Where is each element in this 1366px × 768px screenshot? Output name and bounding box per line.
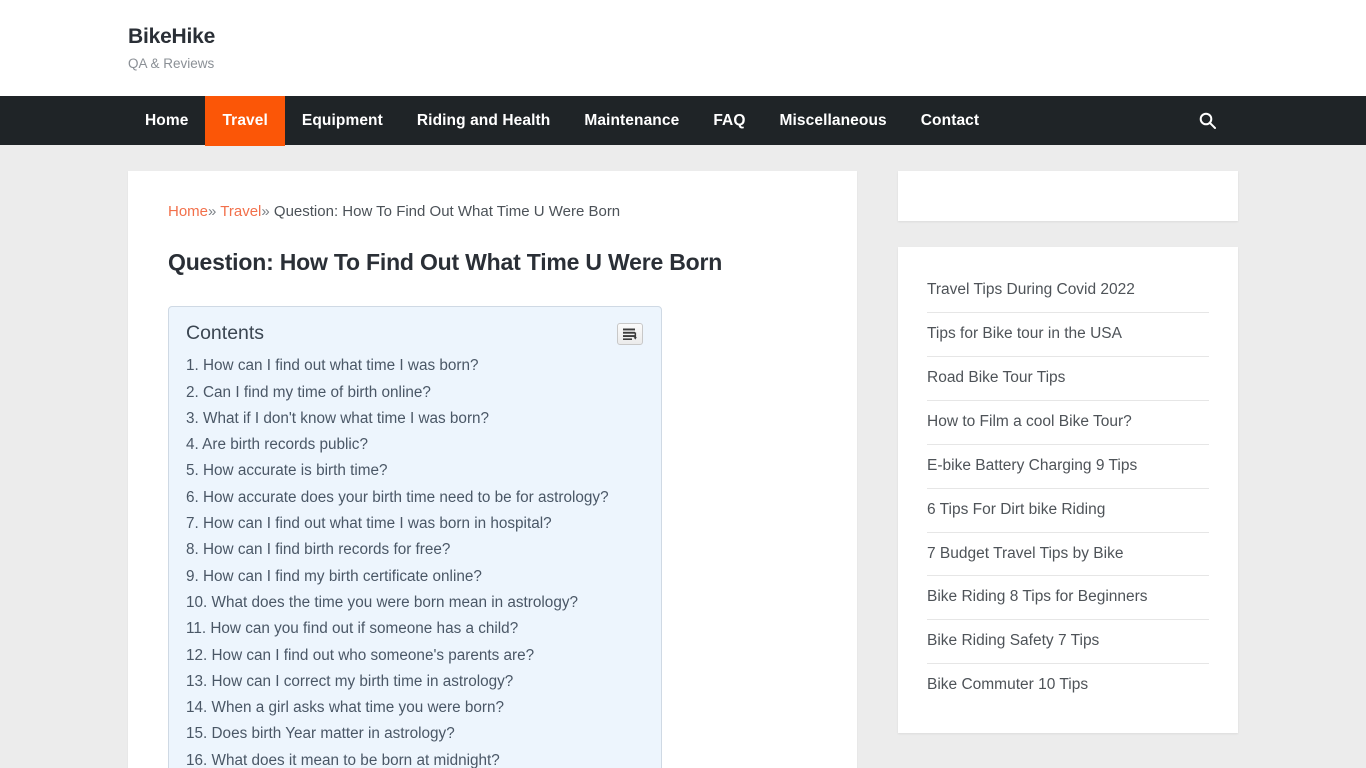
- toc-list: 1. How can I find out what time I was bo…: [183, 353, 643, 768]
- recent-post-link[interactable]: E-bike Battery Charging 9 Tips: [927, 445, 1209, 488]
- toc-item[interactable]: 3. What if I don't know what time I was …: [186, 406, 643, 432]
- list-item: Bike Riding 8 Tips for Beginners: [927, 576, 1209, 621]
- list-item: E-bike Battery Charging 9 Tips: [927, 445, 1209, 489]
- recent-post-link[interactable]: How to Film a cool Bike Tour?: [927, 401, 1209, 444]
- recent-post-link[interactable]: Bike Riding 8 Tips for Beginners: [927, 576, 1209, 619]
- nav-item-contact[interactable]: Contact: [904, 96, 996, 146]
- sidebar-widget-recent-posts: Travel Tips During Covid 2022 Tips for Bi…: [898, 247, 1238, 734]
- toc-item[interactable]: 6. How accurate does your birth time nee…: [186, 485, 643, 511]
- list-item: Bike Commuter 10 Tips: [927, 664, 1209, 707]
- toc-item[interactable]: 2. Can I find my time of birth online?: [186, 380, 643, 406]
- nav-item-riding-and-health[interactable]: Riding and Health: [400, 96, 567, 146]
- list-item: 7 Budget Travel Tips by Bike: [927, 533, 1209, 577]
- recent-post-link[interactable]: 7 Budget Travel Tips by Bike: [927, 533, 1209, 576]
- recent-post-link[interactable]: Road Bike Tour Tips: [927, 357, 1209, 400]
- nav-item-travel[interactable]: Travel: [205, 96, 285, 146]
- page-title: Question: How To Find Out What Time U We…: [168, 249, 723, 275]
- toc-item[interactable]: 9. How can I find my birth certificate o…: [186, 564, 643, 590]
- toc-item[interactable]: 12. How can I find out who someone's par…: [186, 643, 643, 669]
- breadcrumb: Home» Travel» Question: How To Find Out …: [168, 201, 817, 222]
- list-item: Road Bike Tour Tips: [927, 357, 1209, 401]
- toc-item[interactable]: 16. What does it mean to be born at midn…: [186, 748, 643, 768]
- nav-item-faq[interactable]: FAQ: [696, 96, 762, 146]
- site-title[interactable]: BikeHike: [128, 24, 1238, 49]
- toc-title: Contents: [186, 321, 265, 344]
- toc-item[interactable]: 14. When a girl asks what time you were …: [186, 695, 643, 721]
- toc-item[interactable]: 5. How accurate is birth time?: [186, 458, 643, 484]
- breadcrumb-travel[interactable]: Travel: [220, 203, 261, 220]
- main-content: Home» Travel» Question: How To Find Out …: [128, 171, 857, 768]
- list-toggle-icon: [623, 328, 637, 340]
- list-item: 6 Tips For Dirt bike Riding: [927, 489, 1209, 533]
- breadcrumb-separator-2: »: [261, 203, 270, 220]
- toc-header: Contents: [183, 321, 643, 346]
- toc-toggle-button[interactable]: [617, 322, 643, 345]
- site-header: BikeHike QA & Reviews: [0, 0, 1366, 96]
- recent-post-link[interactable]: Bike Commuter 10 Tips: [927, 664, 1209, 707]
- list-item: How to Film a cool Bike Tour?: [927, 401, 1209, 445]
- page-body: Home» Travel» Question: How To Find Out …: [0, 145, 1366, 768]
- recent-post-link[interactable]: Bike Riding Safety 7 Tips: [927, 620, 1209, 663]
- toc-item[interactable]: 11. How can you find out if someone has …: [186, 616, 643, 642]
- search-toggle-button[interactable]: [1199, 96, 1238, 145]
- nav-item-equipment[interactable]: Equipment: [285, 96, 400, 146]
- site-tagline: QA & Reviews: [128, 55, 215, 71]
- toc-item[interactable]: 1. How can I find out what time I was bo…: [186, 353, 643, 379]
- nav-item-miscellaneous[interactable]: Miscellaneous: [763, 96, 904, 146]
- nav-menu: Home Travel Equipment Riding and Health Main…: [128, 96, 996, 146]
- main-navigation: Home Travel Equipment Riding and Health Main…: [0, 96, 1366, 146]
- nav-item-home[interactable]: Home: [128, 96, 205, 146]
- list-item: Tips for Bike tour in the USA: [927, 313, 1209, 357]
- breadcrumb-home[interactable]: Home: [168, 203, 208, 220]
- nav-item-maintenance[interactable]: Maintenance: [567, 96, 696, 146]
- toc-item[interactable]: 15. Does birth Year matter in astrology?: [186, 721, 643, 747]
- toc-item[interactable]: 7. How can I find out what time I was bo…: [186, 511, 643, 537]
- list-item: Travel Tips During Covid 2022: [927, 269, 1209, 313]
- recent-post-link[interactable]: 6 Tips For Dirt bike Riding: [927, 489, 1209, 532]
- recent-post-link[interactable]: Travel Tips During Covid 2022: [927, 269, 1209, 312]
- toc-item[interactable]: 13. How can I correct my birth time in a…: [186, 669, 643, 695]
- toc-item[interactable]: 10. What does the time you were born mea…: [186, 590, 643, 616]
- breadcrumb-current: Question: How To Find Out What Time U We…: [273, 203, 621, 220]
- toc-item[interactable]: 8. How can I find birth records for free…: [186, 537, 643, 563]
- sidebar-widget-empty: [898, 171, 1238, 221]
- recent-post-link[interactable]: Tips for Bike tour in the USA: [927, 313, 1209, 356]
- sidebar: Travel Tips During Covid 2022 Tips for Bi…: [898, 171, 1238, 734]
- recent-posts-list: Travel Tips During Covid 2022 Tips for Bi…: [927, 269, 1209, 707]
- table-of-contents: Contents 1. How can I find out what time…: [168, 305, 662, 768]
- search-icon: [1199, 112, 1216, 129]
- breadcrumb-separator-1: »: [208, 203, 217, 220]
- toc-item[interactable]: 4. Are birth records public?: [186, 432, 643, 458]
- list-item: Bike Riding Safety 7 Tips: [927, 620, 1209, 665]
